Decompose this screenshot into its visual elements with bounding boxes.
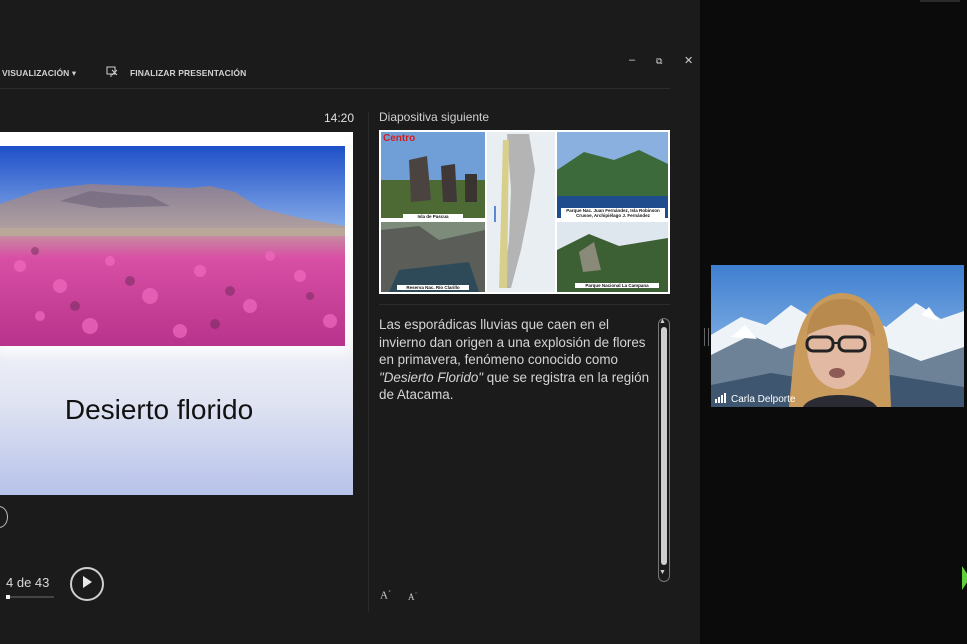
notes-emphasis: "Desierto Florido" (379, 369, 484, 385)
next-slide-badge: Centro (383, 133, 416, 144)
close-button[interactable]: ✕ (684, 54, 693, 67)
minimize-button[interactable]: – (629, 54, 635, 66)
end-presentation-icon[interactable] (106, 66, 118, 80)
presenter-toolbar: VISUALIZACIÓN ▾ FINALIZAR PRESENTACIÓN (0, 62, 700, 86)
end-presentation-button[interactable]: FINALIZAR PRESENTACIÓN (130, 68, 246, 78)
notes-divider (379, 304, 670, 305)
participant-video[interactable]: Carla Delporte (711, 265, 964, 407)
caption-la-campana: Parque Nacional La Campana (575, 283, 659, 288)
pane-divider (368, 112, 369, 612)
slide-progress-fill (6, 595, 10, 599)
previous-slide-button[interactable] (0, 506, 8, 528)
slide-title: Desierto florido (64, 394, 254, 425)
notes-scrollbar-thumb[interactable] (661, 327, 667, 565)
scroll-up-icon[interactable]: ▲ (659, 318, 666, 325)
top-edge-bar (920, 0, 960, 2)
toolbar-divider (0, 88, 670, 89)
scroll-down-icon[interactable]: ▼ (659, 569, 666, 576)
slide-counter: 4 de 43 (6, 575, 50, 590)
splitter-handle[interactable] (704, 328, 709, 346)
presenter-view: VISUALIZACIÓN ▾ FINALIZAR PRESENTACIÓN –… (0, 0, 700, 644)
next-slide-label: Diapositiva siguiente (379, 110, 490, 124)
next-slide-preview[interactable]: Centro Isla de Pascua Parque Nac. Juan F… (379, 130, 670, 294)
signal-strength-icon (715, 393, 727, 406)
speaker-notes[interactable]: Las esporádicas lluvias que caen en el i… (379, 316, 653, 404)
decrease-font-icon: ⁻ (414, 592, 418, 598)
decrease-font-button[interactable]: A⁻ (408, 591, 418, 602)
increase-font-button[interactable]: A⁺ (380, 589, 391, 602)
visualization-menu[interactable]: VISUALIZACIÓN ▾ (2, 68, 76, 79)
caption-rio-clarillo: Reserva Nac. Río Clarillo (397, 285, 469, 290)
current-slide[interactable]: Desierto florido (0, 132, 353, 495)
increase-font-icon: ⁺ (387, 590, 392, 596)
slide-progress-track (6, 596, 54, 598)
increase-font-label: A (380, 589, 388, 602)
caption-isla-pascua: Isla de Pascua (403, 214, 463, 219)
desert-flowers-photo (0, 146, 345, 346)
expand-arrow-icon[interactable] (962, 566, 967, 590)
notes-text: Las esporádicas lluvias que caen en el i… (379, 317, 646, 367)
elapsed-timer: 14:20 (324, 111, 355, 125)
caption-juan-fernandez: Parque Nac. Juan Fernández, Isla Robinso… (561, 208, 665, 218)
play-icon (83, 576, 92, 588)
restore-button[interactable]: ⧉ (656, 56, 662, 67)
participant-name: Carla Delporte (731, 394, 796, 405)
participant-name-tag: Carla Delporte (715, 393, 795, 406)
